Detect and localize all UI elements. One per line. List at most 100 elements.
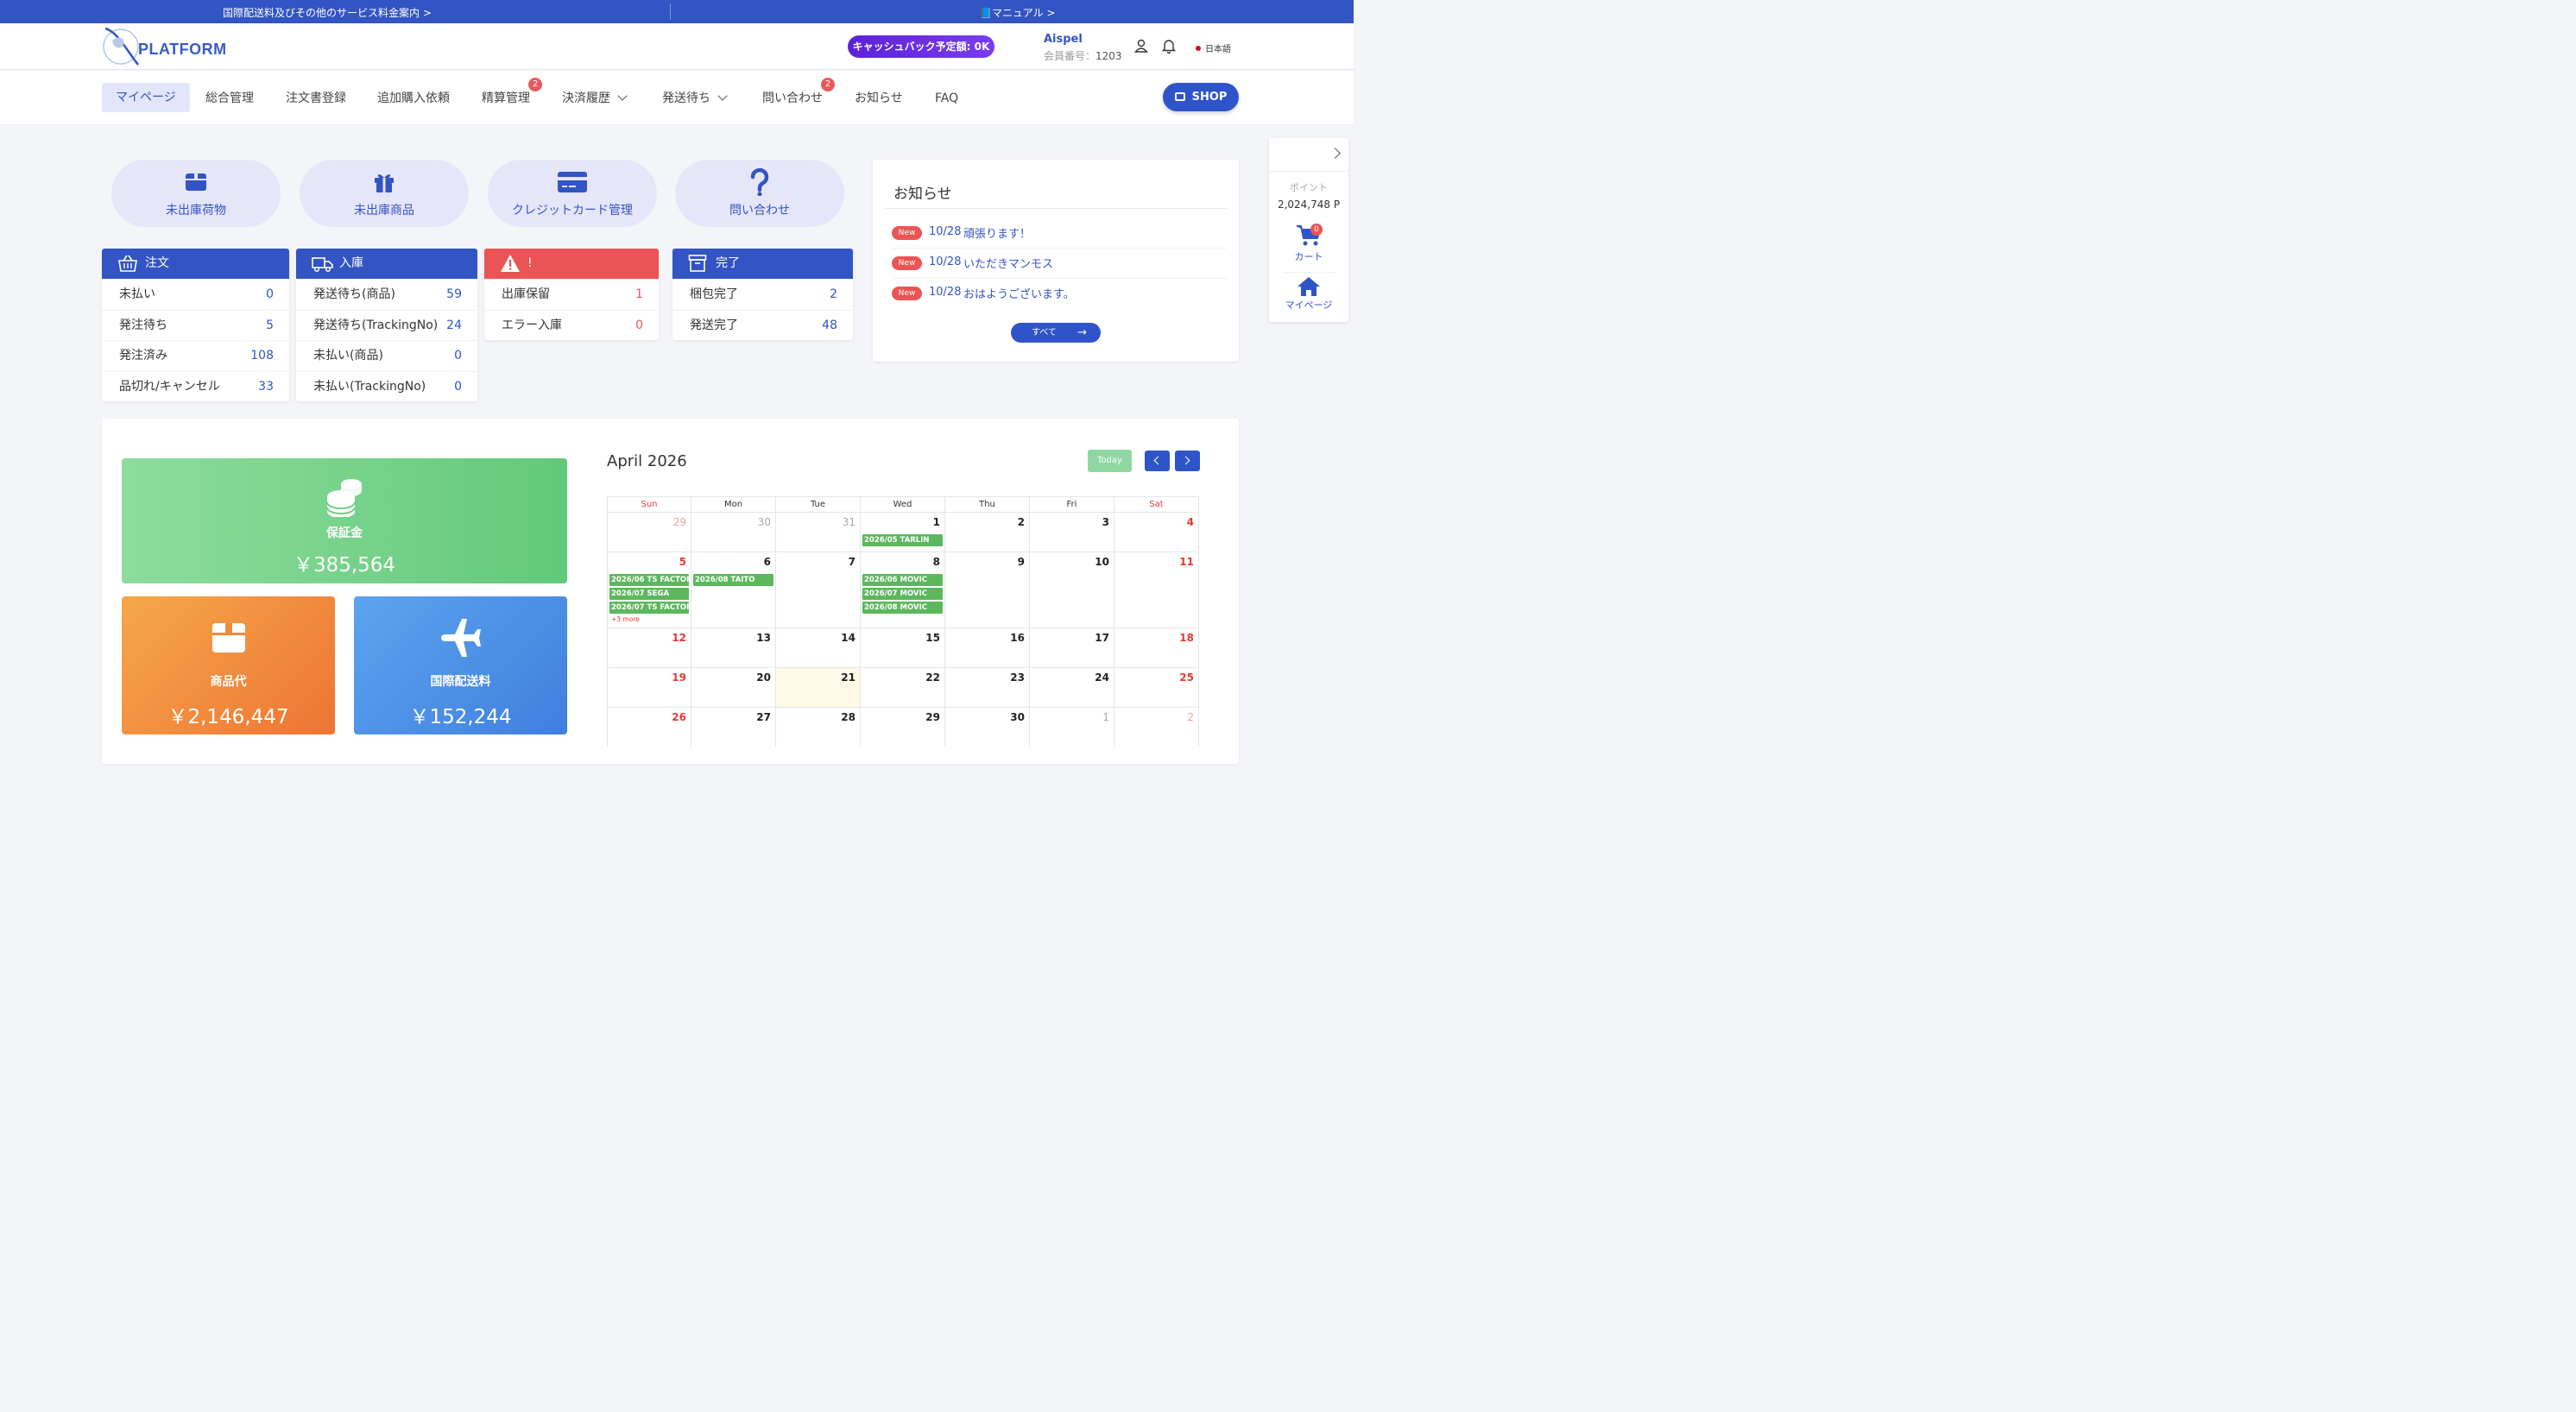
- news-item[interactable]: New 10/28 おはようございます。: [892, 279, 1227, 309]
- day-number: 29: [672, 516, 686, 528]
- shipping-cost-tile[interactable]: 国際配送料 ￥152,244: [354, 596, 567, 734]
- calendar-day-cell[interactable]: 6 2026/08 TAITO: [691, 552, 776, 627]
- quick-action-label: 未出庫商品: [354, 204, 414, 217]
- card-header: 完了: [672, 249, 853, 279]
- bell-icon[interactable]: [1161, 38, 1177, 54]
- calendar-day-cell[interactable]: 10: [1030, 552, 1114, 627]
- quick-unshipped-parcels[interactable]: 未出庫荷物: [111, 160, 281, 227]
- calendar-day-cell[interactable]: 7: [776, 552, 861, 627]
- user-name[interactable]: Aispel: [1044, 33, 1083, 46]
- calendar-day-cell[interactable]: 19: [607, 667, 691, 707]
- deposit-tile[interactable]: 保証金 ￥385,564: [122, 458, 567, 583]
- calendar-event[interactable]: 2026/07 MOVIC: [862, 588, 943, 600]
- nav-settlement[interactable]: 精算管理 2: [482, 78, 542, 107]
- status-row[interactable]: 未払い 0: [102, 279, 289, 310]
- nav-payment-history[interactable]: 決済履歴: [562, 90, 628, 107]
- chevron-right-icon[interactable]: [1329, 148, 1341, 159]
- product-cost-tile[interactable]: 商品代 ￥2,146,447: [122, 596, 335, 734]
- status-row[interactable]: 発注済み 108: [102, 340, 289, 371]
- quick-credit-card[interactable]: クレジットカード管理: [488, 160, 657, 227]
- home-icon[interactable]: [1297, 276, 1321, 297]
- calendar-day-cell[interactable]: 26: [607, 707, 691, 747]
- status-row[interactable]: 発送待ち(商品) 59: [296, 279, 477, 310]
- calendar-day-cell[interactable]: 1 2026/05 TARLIN: [861, 512, 945, 552]
- status-row[interactable]: 未払い(TrackingNo) 0: [296, 370, 477, 402]
- calendar-day-cell[interactable]: 29: [861, 707, 945, 747]
- calendar-event[interactable]: 2026/06 TS FACTORY: [609, 574, 689, 586]
- mypage-link[interactable]: マイページ: [1269, 298, 1348, 312]
- nav-mypage[interactable]: マイページ: [102, 83, 190, 112]
- calendar-day-cell[interactable]: 18: [1114, 627, 1199, 667]
- status-row[interactable]: 品切れ/キャンセル 33: [102, 370, 289, 402]
- manual-link[interactable]: 📘マニュアル >: [979, 5, 1055, 20]
- status-row[interactable]: 未払い(商品) 0: [296, 340, 477, 371]
- calendar-today-button[interactable]: Today: [1088, 450, 1132, 472]
- calendar-day-cell[interactable]: 24: [1030, 667, 1114, 707]
- calendar-event[interactable]: 2026/07 TS FACTORY: [609, 602, 689, 614]
- calendar-day-cell[interactable]: 3: [1030, 512, 1114, 552]
- calendar-day-cell[interactable]: 23: [945, 667, 1030, 707]
- calendar-day-cell[interactable]: 20: [691, 667, 776, 707]
- calendar-next-button[interactable]: [1175, 451, 1200, 471]
- status-row[interactable]: エラー入庫 0: [484, 309, 659, 341]
- calendar-day-cell[interactable]: 12: [607, 627, 691, 667]
- nav-label: 精算管理: [482, 91, 530, 105]
- status-row[interactable]: 発送完了 48: [672, 309, 853, 341]
- calendar-day-cell[interactable]: 30: [691, 512, 776, 552]
- calendar-day-cell[interactable]: 15: [861, 627, 945, 667]
- status-row[interactable]: 梱包完了 2: [672, 279, 853, 310]
- status-row[interactable]: 出庫保留 1: [484, 279, 659, 310]
- user-icon[interactable]: [1133, 38, 1149, 54]
- chevron-left-icon: [1153, 456, 1163, 465]
- calendar-day-cell[interactable]: 9: [945, 552, 1030, 627]
- calendar-day-cell[interactable]: 11: [1114, 552, 1199, 627]
- calendar-event[interactable]: 2026/08 TAITO: [693, 574, 773, 586]
- calendar-prev-button[interactable]: [1145, 451, 1170, 471]
- nav-order-registration[interactable]: 注文書登録: [286, 90, 346, 107]
- nav-additional-purchase[interactable]: 追加購入依頼: [377, 90, 450, 107]
- calendar-day-cell[interactable]: 16: [945, 627, 1030, 667]
- calendar-day-cell[interactable]: 8 2026/06 MOVIC 2026/07 MOVIC 2026/08 MOVIC: [861, 552, 945, 627]
- view-all-news-button[interactable]: すべて →: [1011, 323, 1101, 343]
- calendar-day-cell[interactable]: 2: [945, 512, 1030, 552]
- quick-inquiry[interactable]: 問い合わせ: [675, 160, 844, 227]
- language-selector[interactable]: 日本語: [1196, 41, 1231, 54]
- calendar-day-cell[interactable]: 27: [691, 707, 776, 747]
- nav-general-management[interactable]: 総合管理: [205, 90, 254, 107]
- calendar-day-cell[interactable]: 13: [691, 627, 776, 667]
- calendar-event[interactable]: 2026/07 SEGA: [609, 588, 689, 600]
- news-item[interactable]: New 10/28 頑張ります！: [892, 218, 1227, 249]
- service-fee-link[interactable]: 国際配送料及びその他のサービス料金案内 >: [223, 5, 432, 20]
- calendar-day-cell[interactable]: 5 2026/06 TS FACTORY 2026/07 SEGA 2026/07 T…: [607, 552, 691, 627]
- nav-faq[interactable]: FAQ: [935, 90, 958, 107]
- calendar-day-cell[interactable]: 28: [776, 707, 861, 747]
- status-row[interactable]: 発注待ち 5: [102, 309, 289, 341]
- main-nav: マイページ 総合管理 注文書登録 追加購入依頼 精算管理 2 決済履歴 発送待ち …: [0, 71, 1354, 125]
- more-events-link[interactable]: +3 more: [611, 615, 640, 623]
- calendar-day-cell[interactable]: 22: [861, 667, 945, 707]
- cashback-badge[interactable]: キャッシュバック予定額: 0K: [848, 35, 994, 58]
- calendar-day-cell[interactable]: 21: [776, 667, 861, 707]
- shop-button[interactable]: SHOP: [1163, 83, 1239, 111]
- chevron-down-icon: [717, 91, 728, 101]
- nav-notices[interactable]: お知らせ: [855, 90, 903, 107]
- calendar-day-cell[interactable]: 4: [1114, 512, 1199, 552]
- calendar-event[interactable]: 2026/08 MOVIC: [862, 602, 943, 614]
- calendar-day-cell[interactable]: 29: [607, 512, 691, 552]
- calendar-day-cell[interactable]: 14: [776, 627, 861, 667]
- calendar-day-cell[interactable]: 31: [776, 512, 861, 552]
- cart-link[interactable]: カート: [1269, 249, 1348, 263]
- calendar-event[interactable]: 2026/05 TARLIN: [862, 534, 943, 546]
- quick-unshipped-products[interactable]: 未出庫商品: [300, 160, 469, 227]
- day-number: 4: [1186, 516, 1194, 528]
- nav-awaiting-shipment[interactable]: 発送待ち: [662, 90, 728, 107]
- calendar-day-cell[interactable]: 25: [1114, 667, 1199, 707]
- calendar-event[interactable]: 2026/06 MOVIC: [862, 574, 943, 586]
- nav-inquiry[interactable]: 問い合わせ 2: [762, 78, 835, 107]
- status-row[interactable]: 発送待ち(TrackingNo) 24: [296, 309, 477, 341]
- calendar-day-cell[interactable]: 1: [1030, 707, 1114, 747]
- calendar-day-cell[interactable]: 30: [945, 707, 1030, 747]
- calendar-day-cell[interactable]: 2: [1114, 707, 1199, 747]
- news-item[interactable]: New 10/28 いただきマンモス: [892, 249, 1227, 279]
- calendar-day-cell[interactable]: 17: [1030, 627, 1114, 667]
